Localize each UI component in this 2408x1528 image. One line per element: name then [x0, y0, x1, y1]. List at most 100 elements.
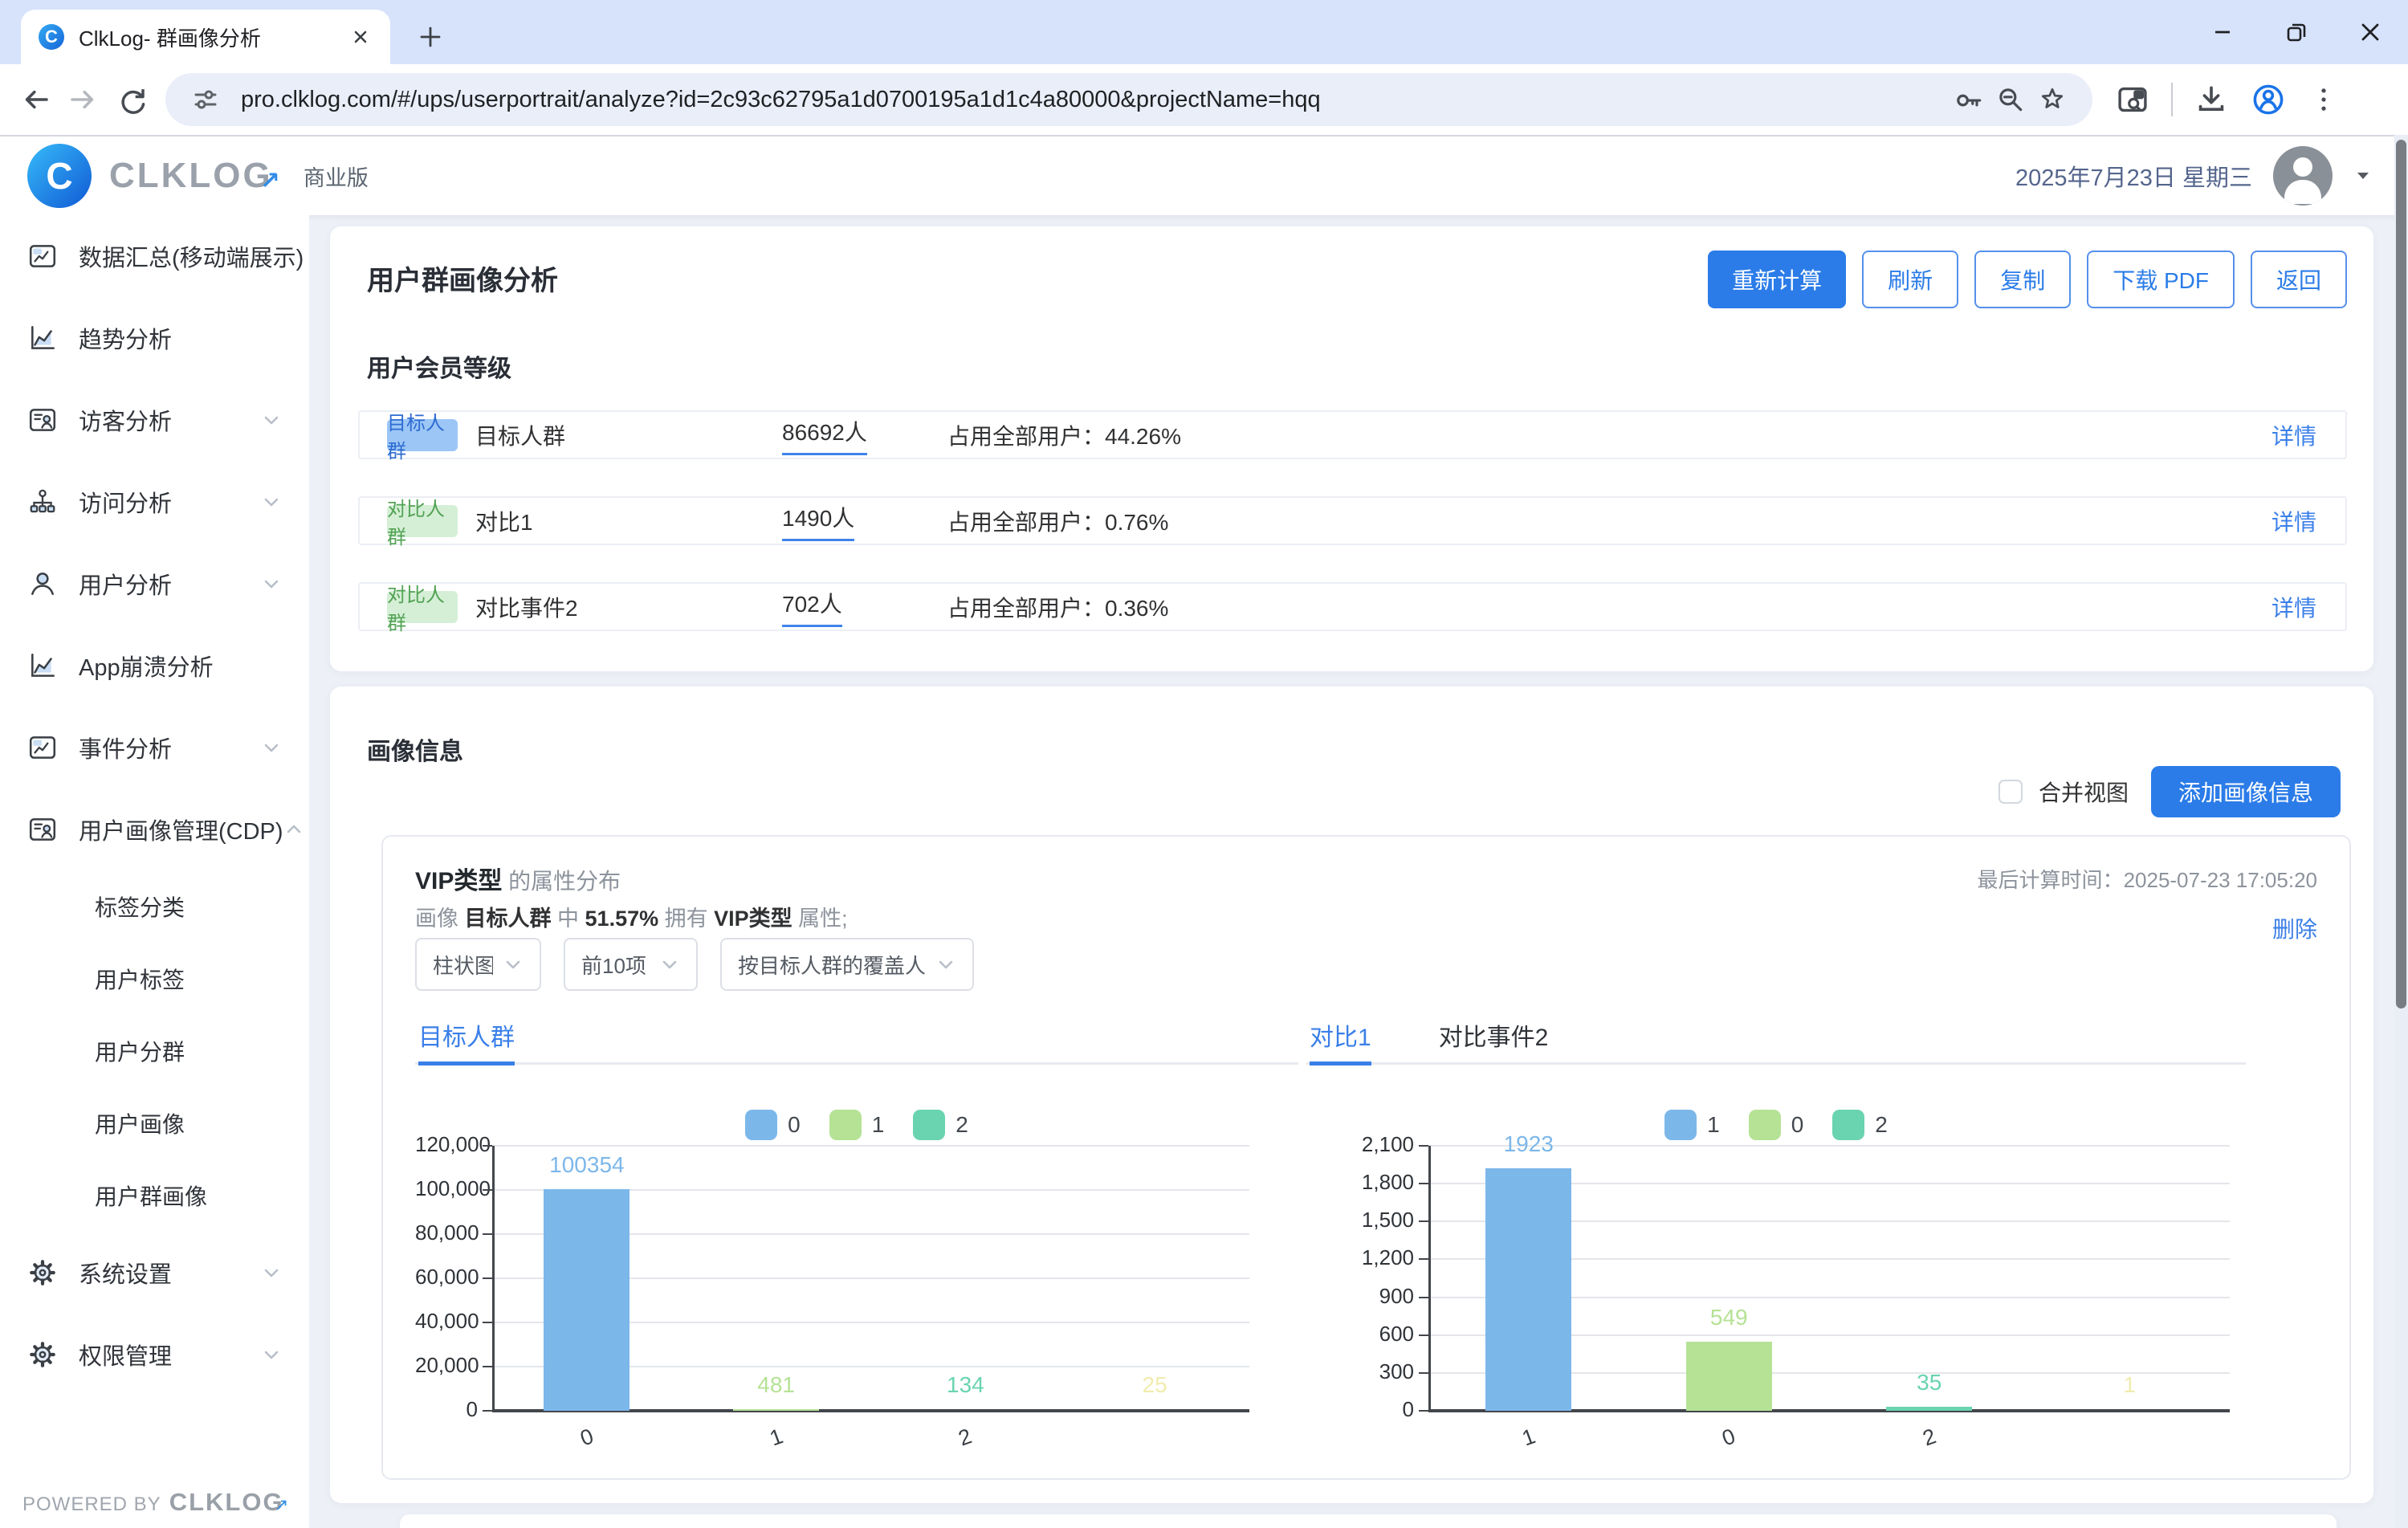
- action-button[interactable]: 重新计算: [1708, 251, 1846, 308]
- y-tick-label: 20,000: [415, 1353, 478, 1378]
- menu-kebab-icon[interactable]: [2308, 84, 2340, 116]
- window-minimize-button[interactable]: [2209, 18, 2236, 46]
- legend-item[interactable]: 1: [829, 1110, 885, 1140]
- legend-swatch: [1832, 1110, 1864, 1140]
- chart-option-select[interactable]: 前10项: [564, 938, 698, 991]
- sidebar-item[interactable]: 趋势分析: [0, 297, 309, 379]
- next-portrait-card: [400, 1514, 2337, 1528]
- sidebar-item-label: App崩溃分析: [79, 649, 214, 683]
- app-header: C CLKLOG↗ 商业版 2025年7月23日 星期三: [0, 137, 2408, 215]
- chart-tab[interactable]: 对比1: [1310, 1017, 1371, 1053]
- window-close-button[interactable]: [2357, 18, 2384, 46]
- legend-swatch: [1749, 1110, 1781, 1140]
- bar-value-label: 25: [1090, 1372, 1219, 1398]
- sidebar-item[interactable]: 用户画像: [0, 1087, 309, 1159]
- chart-option-select[interactable]: 按目标人群的覆盖人数降: [720, 938, 974, 991]
- sidebar-item[interactable]: 用户群画像: [0, 1159, 309, 1232]
- gear-icon: [27, 1339, 58, 1370]
- side-panel-search-icon[interactable]: [2115, 82, 2150, 117]
- reload-button[interactable]: [108, 75, 156, 124]
- bar: [1886, 1407, 1972, 1412]
- action-button[interactable]: 下载 PDF: [2087, 251, 2235, 308]
- legend-item[interactable]: 2: [913, 1110, 968, 1140]
- merge-view-checkbox[interactable]: [1999, 780, 2023, 804]
- browser-titlebar: C ClkLog- 群画像分析: [0, 0, 2408, 64]
- group-badge: 对比人群: [387, 505, 458, 537]
- vertical-scrollbar[interactable]: [2394, 135, 2408, 1528]
- sidebar-item-label: 访问分析: [79, 485, 172, 519]
- member-count-link[interactable]: 86692人: [782, 415, 867, 455]
- detail-link[interactable]: 详情: [2272, 591, 2316, 623]
- user-avatar[interactable]: [2273, 146, 2333, 206]
- sidebar-item[interactable]: 数据汇总(移动端展示): [0, 215, 309, 297]
- action-button[interactable]: 返回: [2251, 251, 2347, 308]
- sidebar-item[interactable]: 事件分析: [0, 707, 309, 788]
- y-tick-label: 1,500: [1306, 1208, 1414, 1233]
- powered-by: POWERED BY CLKLOG ↗: [22, 1488, 288, 1517]
- legend-item[interactable]: 0: [745, 1110, 801, 1140]
- detail-link[interactable]: 详情: [2272, 505, 2316, 537]
- member-row: 对比人群对比11490人占用全部用户：0.76%详情: [358, 496, 2347, 545]
- zoom-out-icon[interactable]: [1990, 79, 2031, 120]
- sidebar-item-label: 用户画像管理(CDP): [79, 813, 283, 846]
- vertical-scrollbar-thumb[interactable]: [2396, 140, 2406, 1008]
- add-portrait-info-button[interactable]: 添加画像信息: [2151, 766, 2341, 817]
- tune-icon[interactable]: [185, 79, 226, 120]
- chevron-down-icon: [261, 737, 282, 758]
- chart-option-select[interactable]: 柱状图: [415, 938, 541, 991]
- sidebar-item[interactable]: 访问分析: [0, 461, 309, 543]
- legend-item[interactable]: 2: [1832, 1110, 1888, 1140]
- clklog-logo-icon: C: [27, 144, 92, 208]
- url-text[interactable]: pro.clklog.com/#/ups/userportrait/analyz…: [241, 87, 1948, 113]
- sidebar-item-label: 用户分群: [95, 1035, 185, 1067]
- id-card-icon: [27, 405, 58, 435]
- window-restore-button[interactable]: [2283, 18, 2310, 46]
- back-button[interactable]: [11, 75, 59, 124]
- bar-value-label: 481: [712, 1372, 841, 1398]
- sidebar-item[interactable]: 标签分类: [0, 870, 309, 943]
- bar-value-label: 549: [1664, 1305, 1793, 1330]
- sidebar-item[interactable]: App崩溃分析: [0, 625, 309, 707]
- sidebar-item[interactable]: 用户分群: [0, 1015, 309, 1087]
- detail-link[interactable]: 详情: [2272, 419, 2316, 451]
- bar: [1485, 1168, 1571, 1411]
- sidebar-item[interactable]: 用户画像管理(CDP): [0, 788, 309, 870]
- trend-icon: [27, 323, 58, 353]
- avatar-caret-icon[interactable]: [2353, 166, 2373, 185]
- y-tick-label: 1,800: [1306, 1170, 1414, 1195]
- address-bar[interactable]: pro.clklog.com/#/ups/userportrait/analyz…: [165, 73, 2092, 126]
- forward-button[interactable]: [59, 75, 108, 124]
- group-name: 目标人群: [475, 419, 565, 451]
- downloads-icon[interactable]: [2194, 82, 2229, 117]
- bookmark-star-icon[interactable]: [2031, 79, 2073, 120]
- chart-tab[interactable]: 对比事件2: [1439, 1017, 1549, 1053]
- sidebar-item[interactable]: 用户分析: [0, 543, 309, 625]
- tab-close-icon[interactable]: [348, 25, 373, 49]
- group-name: 对比事件2: [475, 591, 578, 623]
- legend-item[interactable]: 1: [1664, 1110, 1720, 1140]
- action-button[interactable]: 刷新: [1862, 251, 1958, 308]
- tab-title: ClkLog- 群画像分析: [79, 22, 334, 52]
- sidebar-item-label: 用户分析: [79, 567, 172, 601]
- trend-icon: [27, 650, 58, 681]
- delete-link[interactable]: 删除: [2272, 912, 2317, 944]
- portrait-info-card: 画像信息 合并视图 添加画像信息 VIP类型 的属性分布 最后计算时间：2025…: [330, 687, 2373, 1503]
- x-tick-label: 2: [1902, 1418, 1956, 1458]
- member-count-link[interactable]: 1490人: [782, 501, 854, 541]
- sidebar-item[interactable]: 访客分析: [0, 379, 309, 461]
- new-tab-button[interactable]: [411, 18, 450, 56]
- y-tick-label: 900: [1306, 1284, 1414, 1309]
- chart-tab[interactable]: 目标人群: [418, 1017, 515, 1053]
- legend-item[interactable]: 0: [1749, 1110, 1804, 1140]
- password-key-icon[interactable]: [1948, 79, 1990, 120]
- action-button[interactable]: 复制: [1974, 251, 2071, 308]
- browser-tab[interactable]: C ClkLog- 群画像分析: [21, 10, 390, 64]
- member-count-link[interactable]: 702人: [782, 587, 842, 627]
- clklog-favicon-icon: C: [39, 24, 64, 50]
- sidebar-item-label: 事件分析: [79, 731, 172, 764]
- org-icon: [27, 487, 58, 517]
- sidebar-item[interactable]: 用户标签: [0, 943, 309, 1015]
- sidebar-item[interactable]: 系统设置: [0, 1232, 309, 1314]
- sidebar-item[interactable]: 权限管理: [0, 1314, 309, 1396]
- profile-icon[interactable]: [2250, 81, 2287, 118]
